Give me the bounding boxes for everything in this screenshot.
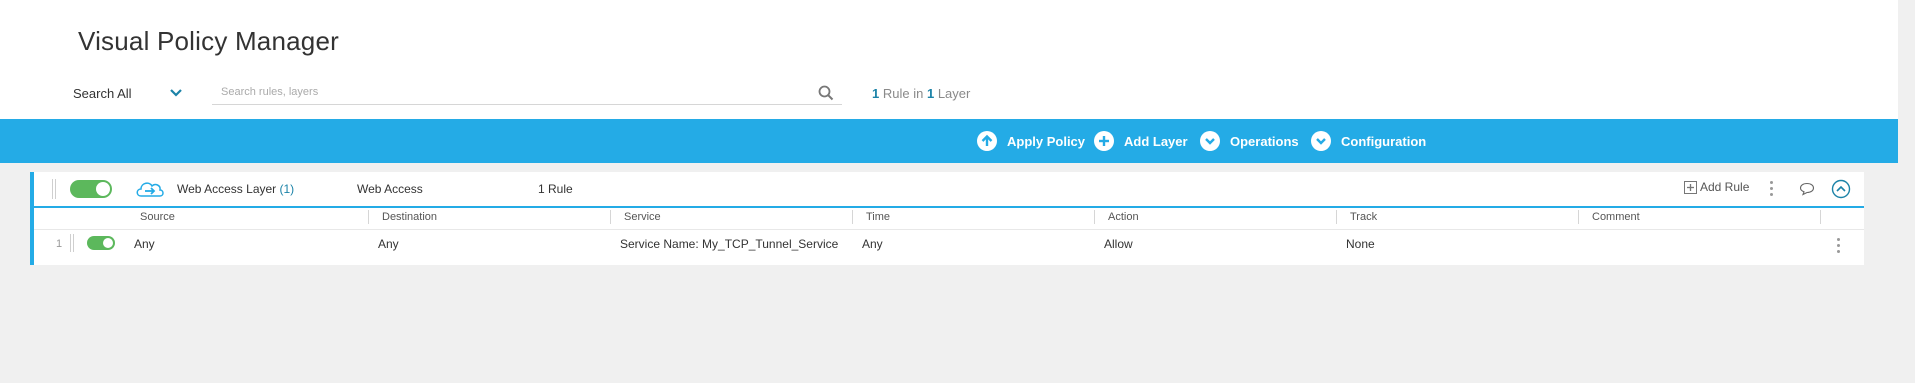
add-box-icon	[1684, 180, 1697, 194]
column-header-track[interactable]: Track	[1350, 211, 1377, 223]
collapse-up-icon[interactable]	[1831, 179, 1851, 199]
drag-handle[interactable]	[52, 179, 56, 199]
comment-icon[interactable]	[1799, 182, 1815, 196]
apply-policy-button[interactable]: Apply Policy	[977, 128, 1085, 154]
add-layer-button[interactable]: Add Layer	[1094, 128, 1188, 154]
chevron-down-icon	[1200, 131, 1220, 151]
column-divider[interactable]	[1578, 210, 1579, 224]
toggle-knob	[96, 182, 110, 196]
row-drag-handle[interactable]	[70, 234, 74, 252]
page-scrollbar[interactable]	[1898, 0, 1915, 383]
layer-count-text: Layer	[937, 86, 971, 101]
column-divider[interactable]	[1094, 210, 1095, 224]
search-scope-label[interactable]: Search All	[73, 86, 132, 101]
search-input[interactable]	[212, 82, 820, 102]
column-header-destination[interactable]: Destination	[382, 211, 437, 223]
column-header-comment[interactable]: Comment	[1592, 211, 1640, 223]
column-header-service[interactable]: Service	[624, 211, 661, 223]
chevron-down-icon[interactable]	[169, 87, 183, 99]
toggle-knob	[103, 238, 113, 248]
page-title: Visual Policy Manager	[78, 26, 339, 56]
column-divider[interactable]	[1820, 210, 1821, 224]
cell-destination[interactable]: Any	[378, 237, 399, 251]
row-more-menu-icon[interactable]	[1837, 238, 1840, 256]
layer-header: Web Access Layer (1) Web Access 1 Rule A…	[34, 172, 1864, 208]
configuration-label: Configuration	[1341, 133, 1427, 149]
chevron-down-icon	[1311, 131, 1331, 151]
rule-number: 1	[56, 238, 63, 250]
apply-policy-label: Apply Policy	[1007, 133, 1086, 149]
column-divider[interactable]	[610, 210, 611, 224]
cell-track[interactable]: None	[1346, 237, 1375, 251]
layer-name[interactable]: Web Access Layer (1)	[177, 182, 294, 196]
layer-enable-toggle[interactable]	[70, 180, 112, 198]
rule-count-value: 1	[872, 86, 880, 101]
configuration-menu-button[interactable]: Configuration	[1311, 128, 1426, 154]
column-divider[interactable]	[852, 210, 853, 224]
column-header-time[interactable]: Time	[866, 211, 890, 223]
layer-rules-count: 1 Rule	[538, 182, 573, 196]
policy-layer-panel: Web Access Layer (1) Web Access 1 Rule A…	[30, 172, 1864, 265]
layer-name-text: Web Access Layer	[177, 182, 277, 196]
cell-service[interactable]: Service Name: My_TCP_Tunnel_Service	[620, 237, 838, 251]
column-header-action[interactable]: Action	[1108, 211, 1139, 223]
cell-time[interactable]: Any	[862, 237, 883, 251]
arrow-up-icon	[977, 131, 997, 151]
row-separator	[34, 229, 1864, 230]
search-box	[212, 82, 842, 105]
toolbar: Apply Policy Add Layer Operations Config…	[0, 119, 1898, 163]
layer-count-value: 1	[926, 86, 935, 101]
layer-more-menu-icon[interactable]	[1770, 181, 1773, 199]
cloud-layer-icon	[136, 182, 164, 197]
operations-menu-button[interactable]: Operations	[1200, 128, 1299, 154]
rule-count-text: Rule in	[882, 86, 924, 101]
rule-layer-summary: 1 Rule in 1 Layer	[872, 86, 970, 101]
add-layer-label: Add Layer	[1124, 133, 1188, 149]
operations-label: Operations	[1230, 133, 1299, 149]
add-rule-label: Add Rule	[1700, 180, 1750, 194]
cell-source[interactable]: Any	[134, 237, 155, 251]
plus-icon	[1094, 131, 1114, 151]
column-divider[interactable]	[1336, 210, 1337, 224]
add-rule-button[interactable]: Add Rule	[1684, 180, 1749, 194]
column-divider[interactable]	[368, 210, 369, 224]
rule-enable-toggle[interactable]	[87, 236, 115, 250]
column-header-source[interactable]: Source	[140, 211, 175, 223]
layer-type: Web Access	[357, 182, 423, 196]
search-icon[interactable]	[818, 85, 834, 101]
layer-rule-count: (1)	[279, 182, 295, 196]
cell-action[interactable]: Allow	[1104, 237, 1133, 251]
